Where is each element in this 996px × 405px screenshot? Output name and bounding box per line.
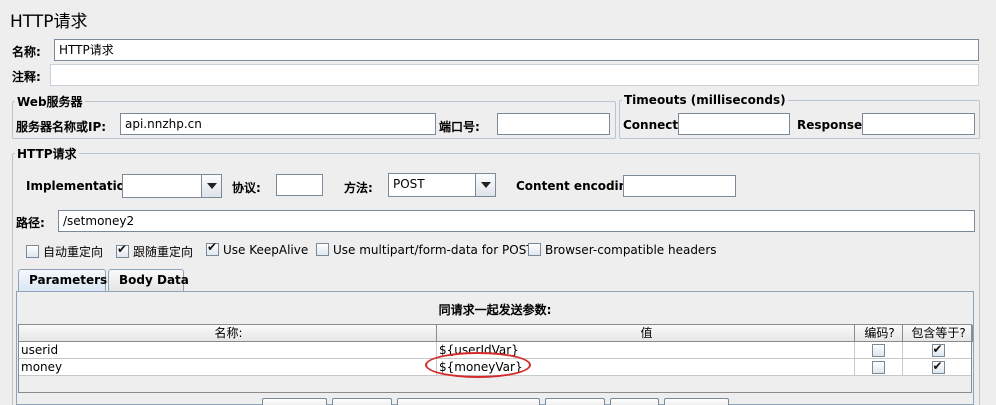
table-header-row: 名称: 值 编码? 包含等于?: [19, 325, 973, 342]
encode-cell[interactable]: [855, 342, 903, 359]
name-label: 名称:: [12, 45, 41, 59]
connect-timeout-input[interactable]: [678, 113, 790, 135]
red-ellipse-annotation: [425, 352, 531, 378]
checkbox-icon: [528, 243, 541, 256]
auto-redirect-checkbox[interactable]: 自动重定向: [26, 243, 103, 260]
include-equals-cell[interactable]: [903, 342, 973, 359]
column-header-value[interactable]: 值: [437, 325, 855, 342]
params-table-title: 同请求一起发送参数:: [438, 303, 552, 317]
checkbox-checked-icon[interactable]: [931, 359, 945, 374]
content-encoding-label: Content encoding:: [516, 179, 641, 193]
browser-compatible-checkbox[interactable]: Browser-compatible headers: [528, 243, 717, 257]
web-server-legend: Web服务器: [17, 95, 83, 109]
tab-parameters[interactable]: Parameters: [18, 269, 107, 292]
http-request-legend: HTTP请求: [17, 147, 77, 161]
port-label: 端口号:: [439, 120, 480, 134]
server-label: 服务器名称或IP:: [16, 120, 107, 134]
bottom-button[interactable]: [610, 398, 659, 405]
checkbox-icon[interactable]: [872, 344, 885, 357]
parameters-panel: 同请求一起发送参数: 名称: 值 编码? 包含等于? userid ${user…: [16, 291, 974, 405]
implementation-select[interactable]: [122, 174, 222, 198]
keepalive-checkbox[interactable]: Use KeepAlive: [206, 240, 308, 257]
name-field[interactable]: HTTP请求: [54, 39, 979, 61]
server-name-input[interactable]: api.nnzhp.cn: [120, 113, 436, 135]
bottom-button[interactable]: [262, 398, 327, 405]
path-label: 路径:: [16, 216, 45, 230]
method-select[interactable]: POST: [388, 173, 496, 197]
method-value: POST: [393, 177, 425, 191]
connect-label: Connect:: [623, 118, 683, 132]
response-timeout-input[interactable]: [862, 113, 975, 135]
column-header-name[interactable]: 名称:: [19, 325, 437, 342]
table-empty-area: [19, 376, 971, 392]
protocol-label: 协议:: [232, 181, 261, 195]
checkbox-checked-icon: [116, 242, 129, 258]
timeouts-legend: Timeouts (milliseconds): [624, 93, 786, 107]
comment-field[interactable]: [50, 64, 979, 86]
param-name-cell[interactable]: userid: [19, 342, 437, 359]
response-label: Response:: [797, 118, 867, 132]
page-title: HTTP请求: [10, 12, 88, 32]
method-label: 方法:: [344, 181, 373, 195]
chevron-down-icon[interactable]: [475, 174, 495, 196]
comment-label: 注释:: [12, 70, 41, 84]
bottom-button[interactable]: [332, 398, 392, 405]
content-encoding-input[interactable]: [623, 175, 736, 197]
path-input[interactable]: /setmoney2: [58, 210, 975, 232]
bottom-button[interactable]: [397, 398, 540, 405]
checkbox-checked-icon[interactable]: [931, 342, 945, 357]
bottom-button[interactable]: [545, 398, 605, 405]
follow-redirect-checkbox[interactable]: 跟随重定向: [116, 242, 193, 260]
checkbox-icon[interactable]: [872, 361, 885, 374]
chevron-down-icon[interactable]: [201, 175, 221, 197]
checkbox-icon: [26, 245, 39, 258]
port-input[interactable]: [497, 113, 610, 135]
include-equals-cell[interactable]: [903, 359, 973, 376]
protocol-input[interactable]: [276, 174, 323, 196]
checkbox-icon: [316, 243, 329, 256]
column-header-encode[interactable]: 编码?: [855, 325, 903, 342]
column-header-include-equals[interactable]: 包含等于?: [903, 325, 973, 342]
checkbox-checked-icon: [206, 240, 219, 256]
param-name-cell[interactable]: money: [19, 359, 437, 376]
tab-body-data[interactable]: Body Data: [108, 269, 189, 292]
bottom-button[interactable]: [664, 398, 729, 405]
multipart-checkbox[interactable]: Use multipart/form-data for POST: [316, 243, 534, 257]
encode-cell[interactable]: [855, 359, 903, 376]
